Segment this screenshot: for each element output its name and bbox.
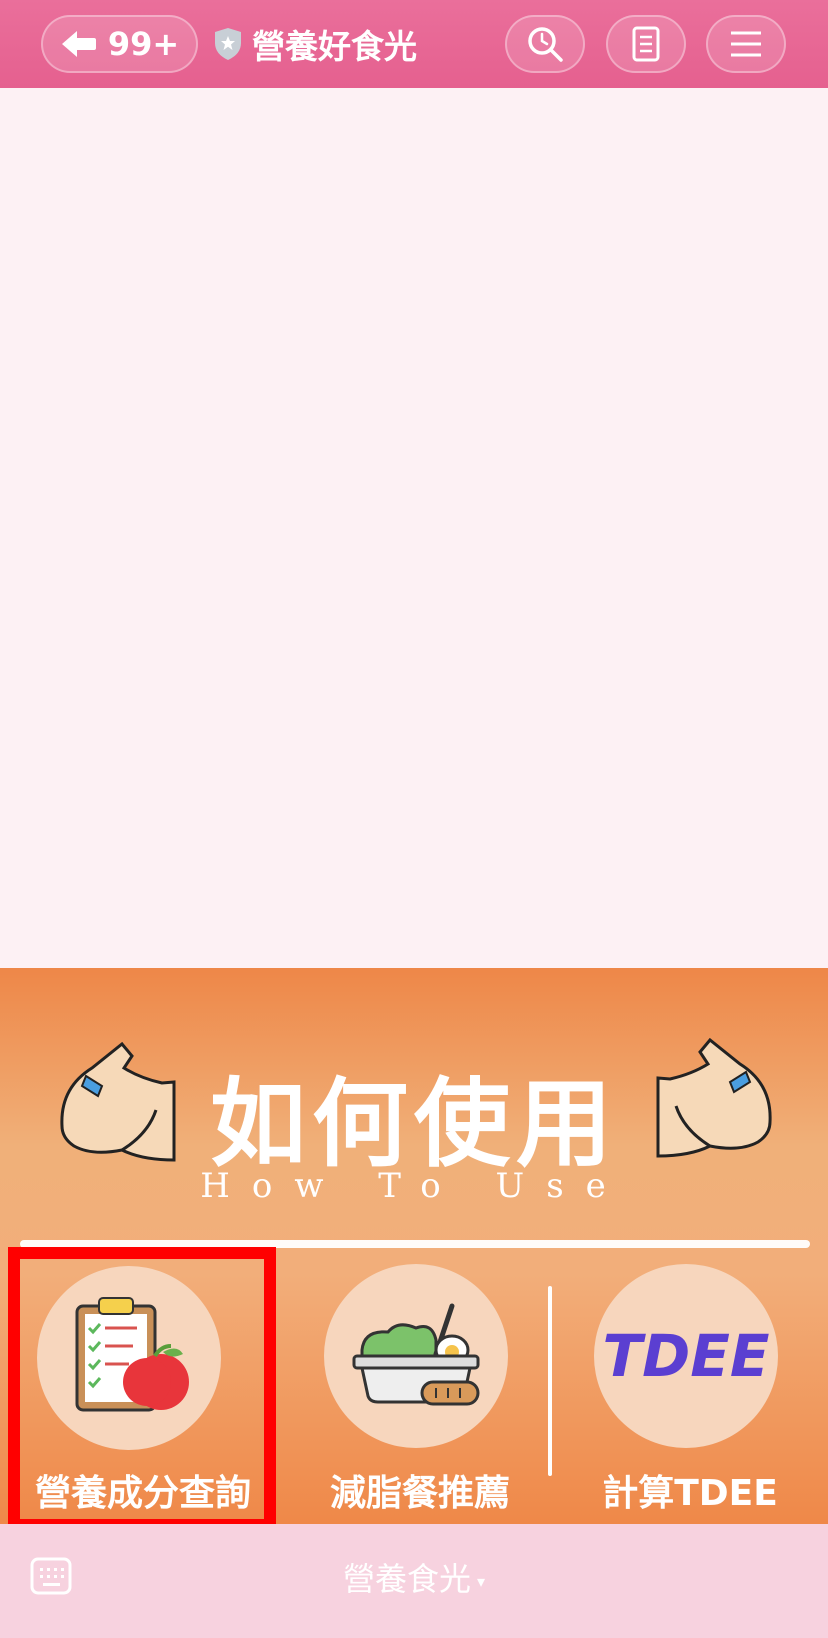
bottom-bar: 營養食光 ▾ xyxy=(0,1524,828,1638)
chevron-down-icon: ▾ xyxy=(476,1571,486,1591)
rich-menu-title: 如何使用 xyxy=(210,1068,618,1180)
menu-item-circle: TDEE xyxy=(594,1264,778,1448)
notes-icon xyxy=(632,26,660,62)
meal-box-icon xyxy=(352,1303,480,1406)
menu-item-label: 計算TDEE xyxy=(602,1473,778,1514)
rich-menu-subtitle: How To Use xyxy=(200,1166,628,1206)
search-icon xyxy=(528,27,563,62)
hamburger-menu-icon xyxy=(731,31,761,57)
back-arrow-icon xyxy=(61,31,96,57)
chat-title[interactable]: 營養好食光 xyxy=(214,22,417,66)
chat-name: 營養好食光 xyxy=(252,27,417,66)
notes-button[interactable] xyxy=(606,15,686,73)
search-button[interactable] xyxy=(505,15,585,73)
tdee-logo-text: TDEE xyxy=(602,1322,770,1390)
tdee-calculator-button[interactable]: TDEE 計算TDEE xyxy=(580,1264,814,1514)
highlight-box xyxy=(8,1247,276,1531)
vertical-divider xyxy=(548,1286,552,1476)
rich-menu-toggle[interactable]: 營養食光 ▾ xyxy=(0,1554,828,1600)
chat-message-area[interactable] xyxy=(0,88,828,968)
menu-button[interactable] xyxy=(706,15,786,73)
rich-menu-toggle-label: 營養食光 xyxy=(342,1560,471,1598)
back-button[interactable]: 99+ xyxy=(41,15,198,73)
fat-loss-meal-button[interactable]: 減脂餐推薦 xyxy=(300,1264,540,1514)
unread-count: 99+ xyxy=(107,25,180,63)
menu-item-circle xyxy=(324,1264,508,1448)
chat-header: 99+ 營養好食光 xyxy=(0,0,828,88)
shield-star-icon xyxy=(215,28,241,60)
menu-item-label: 減脂餐推薦 xyxy=(329,1473,510,1514)
